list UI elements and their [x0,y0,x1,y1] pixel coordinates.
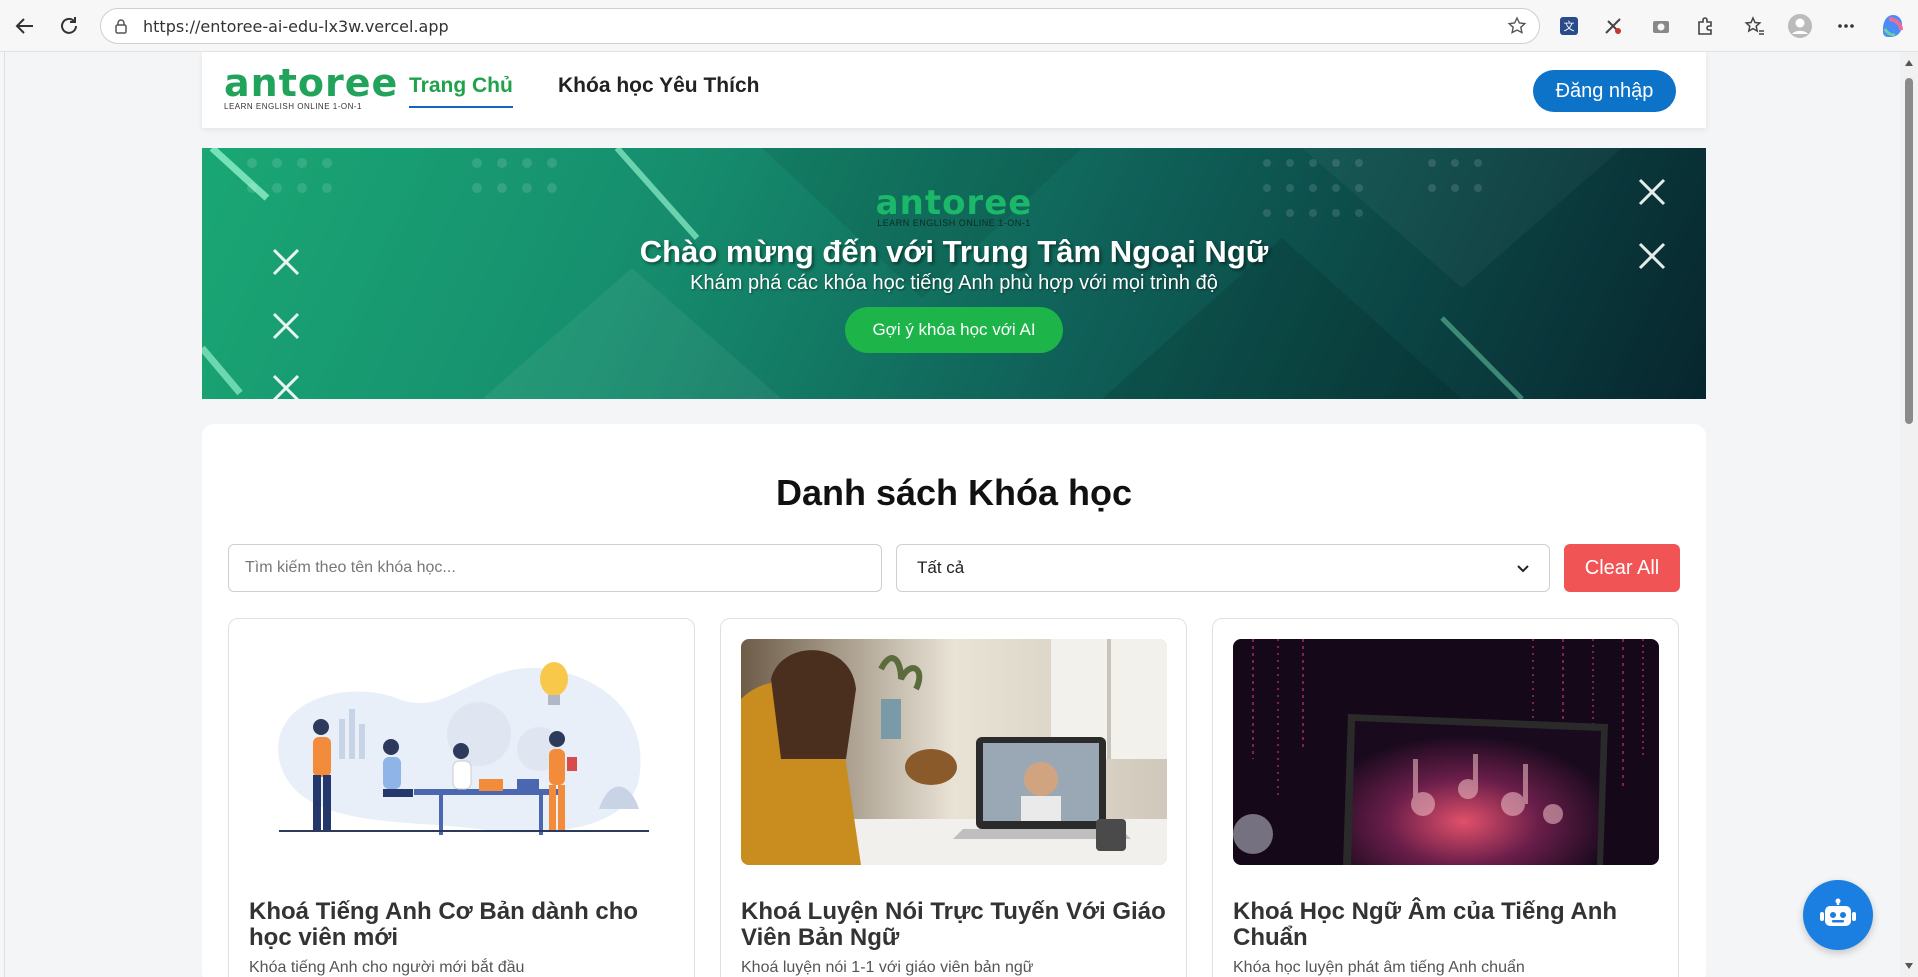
banner-content: antoree LEARN ENGLISH ONLINE 1-ON-1 Chào… [202,183,1706,353]
chatbot-button[interactable] [1803,880,1873,950]
course-description: Khóa tiếng Anh cho người mới bắt đầu [249,959,525,976]
course-image-video-call-photo [741,639,1167,865]
chevron-down-icon [1517,558,1529,578]
scroll-down-icon[interactable] [1905,963,1913,969]
screenshot-icon[interactable] [1648,13,1674,39]
address-bar[interactable]: https://entoree-ai-edu-lx3w.vercel.app [100,8,1540,44]
scroll-up-icon[interactable] [1905,60,1913,66]
course-list-panel: Danh sách Khóa học Tìm kiếm theo tên khó… [202,424,1706,977]
course-description: Khoá luyện nói 1-1 với giáo viên bản ngữ [741,959,1034,976]
site-logo[interactable]: antoree LEARN ENGLISH ONLINE 1-ON-1 [224,61,399,111]
tools-extension-icon[interactable] [1600,13,1626,39]
banner-title: Chào mừng đến với Trung Tâm Ngoại Ngữ [639,234,1269,269]
nav-favorite-courses[interactable]: Khóa học Yêu Thích [558,74,759,98]
clear-all-button[interactable]: Clear All [1564,544,1680,592]
course-description: Khóa học luyện phát âm tiếng Anh chuẩn [1233,959,1525,976]
profile-avatar-icon[interactable] [1787,13,1813,39]
favorites-icon[interactable] [1742,13,1768,39]
course-title: Khoá Luyện Nói Trực Tuyến Với Giáo Viên … [741,898,1166,951]
banner-logo-word: antoree [875,183,1033,223]
course-card[interactable]: Khoá Luyện Nói Trực Tuyến Với Giáo Viên … [720,618,1187,977]
login-button[interactable]: Đăng nhập [1533,70,1676,112]
copilot-icon[interactable] [1880,13,1906,39]
svg-text:文: 文 [1564,19,1575,33]
translate-extension-icon[interactable]: 文 [1556,13,1582,39]
logo-word: antoree [224,61,399,105]
page-viewport: antoree LEARN ENGLISH ONLINE 1-ON-1 Tran… [4,52,1899,977]
filter-selected-value: Tất cả [917,558,965,577]
browser-toolbar: https://entoree-ai-edu-lx3w.vercel.app 文 [0,0,1918,52]
vertical-scrollbar[interactable] [1900,52,1918,977]
site-info-icon[interactable] [113,18,129,39]
scrollbar-thumb[interactable] [1905,78,1913,424]
banner-subtitle: Khám phá các khóa học tiếng Anh phù hợp … [690,272,1218,294]
robot-icon [1820,898,1856,926]
ai-suggest-button[interactable]: Gợi ý khóa học với AI [845,307,1063,353]
course-image-team-illustration [249,639,675,865]
nav-home[interactable]: Trang Chủ [409,74,513,108]
course-search-input[interactable]: Tìm kiếm theo tên khóa học... [228,544,882,592]
favorite-star-icon[interactable] [1507,16,1527,41]
more-menu-icon[interactable] [1833,13,1859,39]
banner-logo: antoree LEARN ENGLISH ONLINE 1-ON-1 [202,183,1706,228]
hero-banner: antoree LEARN ENGLISH ONLINE 1-ON-1 Chào… [202,148,1706,399]
reload-icon[interactable] [56,13,82,39]
back-icon[interactable] [12,13,38,39]
course-image-laptop-concert-photo [1233,639,1659,865]
extensions-puzzle-icon[interactable] [1692,13,1718,39]
course-filter-select[interactable]: Tất cả [896,544,1550,592]
site-header: antoree LEARN ENGLISH ONLINE 1-ON-1 Tran… [202,52,1706,128]
banner-logo-tagline: LEARN ENGLISH ONLINE 1-ON-1 [877,218,1031,228]
course-title: Khoá Tiếng Anh Cơ Bản dành cho học viên … [249,898,639,951]
course-title: Khoá Học Ngữ Âm của Tiếng Anh Chuẩn [1233,898,1618,951]
url-text: https://entoree-ai-edu-lx3w.vercel.app [143,17,449,36]
course-list-heading: Danh sách Khóa học [775,472,1133,513]
course-card[interactable]: Khoá Tiếng Anh Cơ Bản dành cho học viên … [228,618,695,977]
course-card[interactable]: Khoá Học Ngữ Âm của Tiếng Anh Chuẩn Khóa… [1212,618,1679,977]
